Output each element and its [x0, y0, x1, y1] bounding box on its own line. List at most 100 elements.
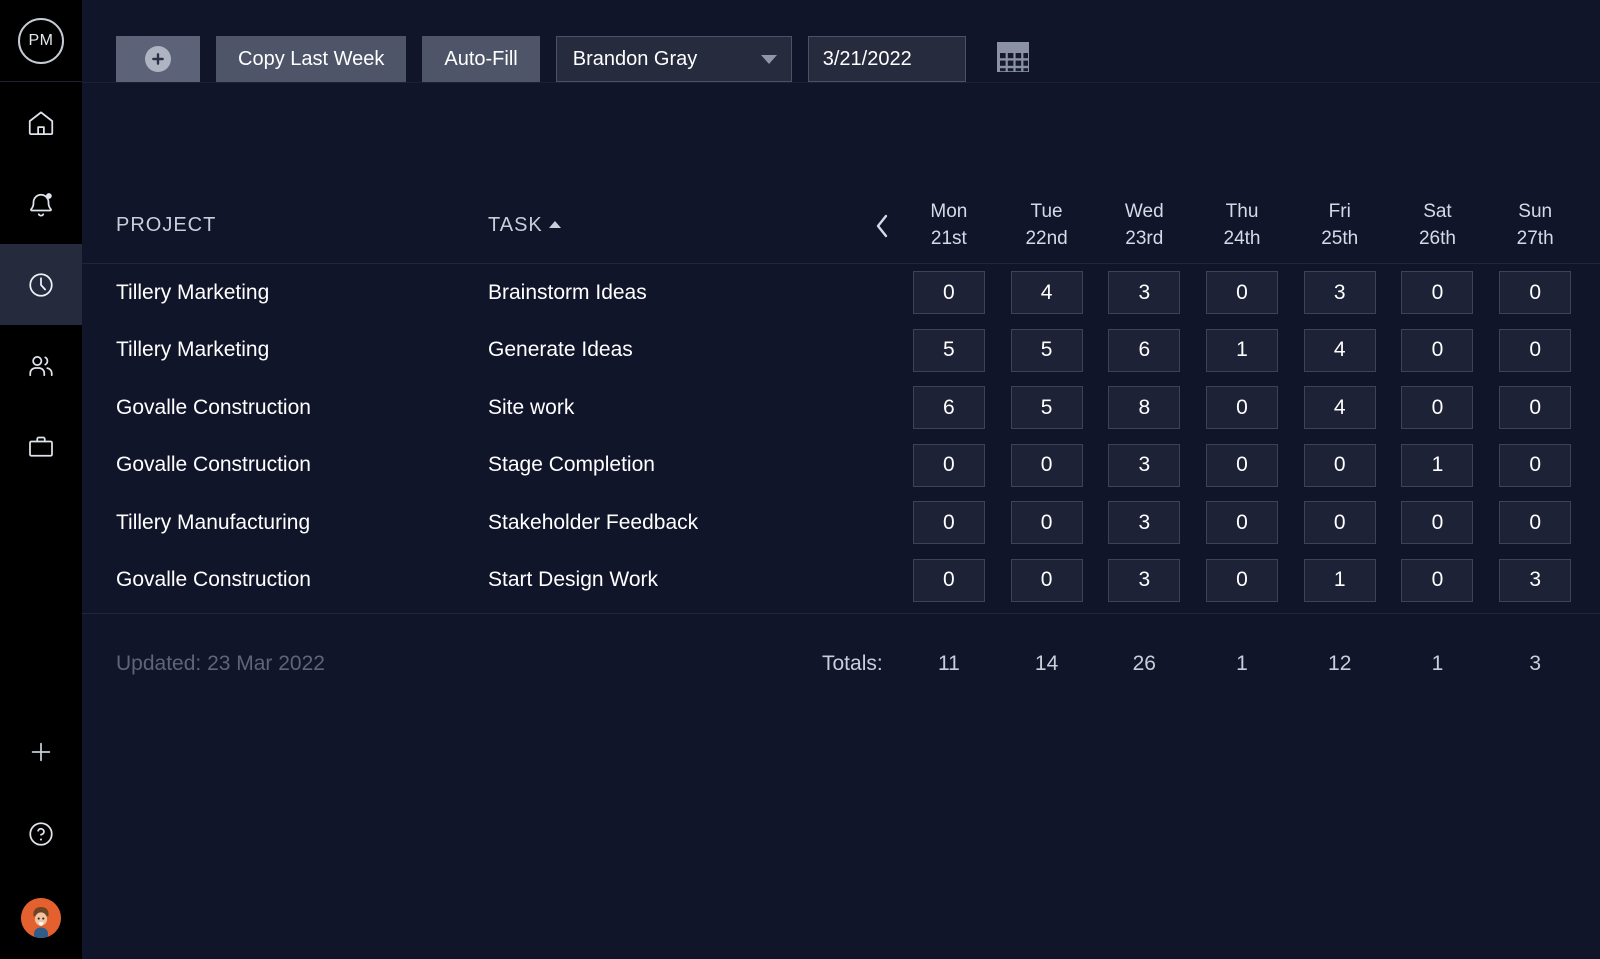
hour-cell-wrapper: 0: [1389, 329, 1487, 372]
hour-input-sun[interactable]: 0: [1499, 386, 1571, 429]
hour-input-fri[interactable]: 0: [1304, 501, 1376, 544]
hour-cell-wrapper: 0: [1486, 386, 1584, 429]
user-select[interactable]: Brandon Gray: [556, 36, 792, 82]
cell-project-name[interactable]: Govalle Construction: [116, 453, 311, 477]
calendar-icon[interactable]: [996, 41, 1030, 78]
hour-input-sun[interactable]: 3: [1499, 559, 1571, 602]
sidebar-item-home[interactable]: [0, 82, 82, 163]
day-header-name: Tue: [998, 198, 1096, 225]
hour-input-tue[interactable]: 5: [1011, 386, 1083, 429]
add-entry-button[interactable]: [116, 36, 200, 82]
hour-cell-wrapper: 0: [900, 271, 998, 314]
hour-input-mon[interactable]: 0: [913, 444, 985, 487]
hour-cell-wrapper: 0: [1389, 501, 1487, 544]
hour-input-thu[interactable]: 0: [1206, 501, 1278, 544]
table-row: Govalle ConstructionStage Completion0030…: [82, 437, 1600, 495]
hour-input-sat[interactable]: 1: [1401, 444, 1473, 487]
home-icon: [26, 108, 56, 138]
plus-circle-icon: [145, 46, 171, 72]
app-logo[interactable]: PM: [0, 0, 82, 82]
hour-input-sun[interactable]: 0: [1499, 501, 1571, 544]
hour-cell-wrapper: 3: [1291, 271, 1389, 314]
table-row: Govalle ConstructionSite work6580400: [82, 379, 1600, 437]
cell-task-name[interactable]: Site work: [488, 396, 574, 420]
hour-input-fri[interactable]: 4: [1304, 329, 1376, 372]
hour-input-sat[interactable]: 0: [1401, 386, 1473, 429]
hour-input-wed[interactable]: 3: [1108, 559, 1180, 602]
hour-input-tue[interactable]: 0: [1011, 444, 1083, 487]
sidebar-item-projects[interactable]: [0, 406, 82, 487]
hour-input-fri[interactable]: 1: [1304, 559, 1376, 602]
hour-input-thu[interactable]: 0: [1206, 559, 1278, 602]
grid-header: PROJECT TASK Mon21stTue22ndWed23rdThu24t…: [82, 192, 1600, 264]
hour-input-tue[interactable]: 5: [1011, 329, 1083, 372]
column-header-task-label: TASK: [488, 214, 543, 237]
sidebar-item-team[interactable]: [0, 325, 82, 406]
hour-cell-wrapper: 4: [1291, 329, 1389, 372]
totals-label: Totals:: [822, 652, 883, 676]
day-header-name: Fri: [1291, 198, 1389, 225]
hour-input-sat[interactable]: 0: [1401, 559, 1473, 602]
cell-task-name[interactable]: Brainstorm Ideas: [488, 281, 647, 305]
date-input[interactable]: 3/21/2022: [808, 36, 966, 82]
hour-input-mon[interactable]: 6: [913, 386, 985, 429]
hour-cell-wrapper: 3: [1095, 501, 1193, 544]
hour-input-mon[interactable]: 0: [913, 559, 985, 602]
cell-project-name[interactable]: Govalle Construction: [116, 568, 311, 592]
hour-cell-wrapper: 0: [1291, 444, 1389, 487]
cell-task-name[interactable]: Generate Ideas: [488, 338, 633, 362]
cell-project-name[interactable]: Tillery Manufacturing: [116, 511, 310, 535]
copy-last-week-button[interactable]: Copy Last Week: [216, 36, 406, 82]
hour-input-tue[interactable]: 0: [1011, 501, 1083, 544]
cell-project-name[interactable]: Tillery Marketing: [116, 281, 269, 305]
hour-input-wed[interactable]: 8: [1108, 386, 1180, 429]
plus-icon: [27, 738, 55, 771]
hour-cell-wrapper: 0: [1291, 501, 1389, 544]
hour-input-mon[interactable]: 0: [913, 271, 985, 314]
previous-week-button[interactable]: [864, 206, 900, 250]
hour-input-wed[interactable]: 3: [1108, 271, 1180, 314]
cell-project-name[interactable]: Govalle Construction: [116, 396, 311, 420]
column-header-task[interactable]: TASK: [488, 214, 561, 237]
hour-cell-wrapper: 8: [1095, 386, 1193, 429]
hour-cell-wrapper: 3: [1095, 444, 1193, 487]
hour-input-sat[interactable]: 0: [1401, 501, 1473, 544]
hour-input-wed[interactable]: 6: [1108, 329, 1180, 372]
sidebar-profile-button[interactable]: [0, 877, 82, 959]
column-header-project[interactable]: PROJECT: [116, 214, 216, 237]
hour-input-fri[interactable]: 0: [1304, 444, 1376, 487]
day-headers: Mon21stTue22ndWed23rdThu24thFri25thSat26…: [900, 198, 1584, 252]
auto-fill-button[interactable]: Auto-Fill: [422, 36, 539, 82]
hour-input-mon[interactable]: 0: [913, 501, 985, 544]
hour-input-thu[interactable]: 1: [1206, 329, 1278, 372]
hour-cell-wrapper: 0: [1193, 501, 1291, 544]
hour-input-fri[interactable]: 3: [1304, 271, 1376, 314]
hour-cell-wrapper: 1: [1291, 559, 1389, 602]
hour-cell-wrapper: 4: [998, 271, 1096, 314]
hour-input-fri[interactable]: 4: [1304, 386, 1376, 429]
hour-input-tue[interactable]: 4: [1011, 271, 1083, 314]
cell-task-name[interactable]: Stage Completion: [488, 453, 655, 477]
hour-cell-wrapper: 0: [1486, 271, 1584, 314]
hour-input-sun[interactable]: 0: [1499, 444, 1571, 487]
hour-input-thu[interactable]: 0: [1206, 444, 1278, 487]
cell-task-name[interactable]: Start Design Work: [488, 568, 658, 592]
hour-input-thu[interactable]: 0: [1206, 386, 1278, 429]
hour-input-sun[interactable]: 0: [1499, 329, 1571, 372]
hour-input-sat[interactable]: 0: [1401, 271, 1473, 314]
hour-input-sat[interactable]: 0: [1401, 329, 1473, 372]
cell-task-name[interactable]: Stakeholder Feedback: [488, 511, 698, 535]
hour-input-sun[interactable]: 0: [1499, 271, 1571, 314]
hour-input-wed[interactable]: 3: [1108, 444, 1180, 487]
day-header-name: Sat: [1389, 198, 1487, 225]
cell-project-name[interactable]: Tillery Marketing: [116, 338, 269, 362]
hour-input-wed[interactable]: 3: [1108, 501, 1180, 544]
hour-input-thu[interactable]: 0: [1206, 271, 1278, 314]
sidebar-add-button[interactable]: [0, 713, 82, 795]
hour-cells: 0030103: [900, 552, 1584, 610]
sidebar-item-timesheets[interactable]: [0, 244, 82, 325]
hour-input-mon[interactable]: 5: [913, 329, 985, 372]
hour-input-tue[interactable]: 0: [1011, 559, 1083, 602]
sidebar-help-button[interactable]: [0, 795, 82, 877]
sidebar-item-notifications[interactable]: [0, 163, 82, 244]
